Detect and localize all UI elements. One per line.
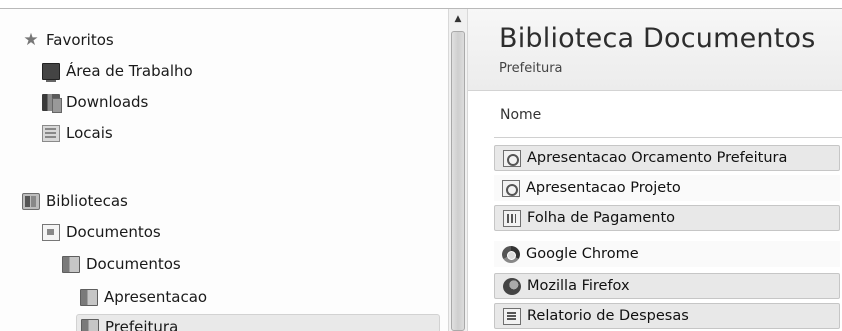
word-file-icon [503, 307, 521, 325]
file-row[interactable]: Relatorio de Despesas [494, 303, 840, 329]
chrome-icon [502, 245, 520, 263]
documents-library-icon [42, 223, 60, 241]
file-name: Google Chrome [526, 246, 639, 262]
folder-icon [62, 255, 80, 273]
nav-libraries-label: Bibliotecas [46, 192, 128, 210]
file-row[interactable]: Google Chrome [494, 241, 840, 267]
file-row[interactable]: Mozilla Firefox [494, 273, 840, 299]
nav-favorites-label: Favoritos [46, 31, 114, 49]
nav-item-label: Downloads [66, 93, 149, 111]
nav-item-label: Locais [66, 124, 113, 142]
excel-file-icon [503, 209, 521, 227]
explorer-window: ★ Favoritos Área de Trabalho Downloads L… [0, 0, 842, 331]
file-row[interactable]: Folha de Pagamento [494, 205, 840, 231]
nav-libraries[interactable]: Bibliotecas [22, 188, 128, 214]
nav-scrollbar[interactable]: ▲ [448, 9, 468, 331]
column-header-divider [494, 137, 842, 138]
folder-icon [81, 318, 99, 331]
downloads-folder-icon [42, 93, 62, 113]
libraries-icon [22, 192, 40, 210]
nav-item-label: Documentos [66, 223, 161, 241]
scroll-up-arrow-icon[interactable]: ▲ [449, 9, 467, 29]
nav-item-documentos-library[interactable]: Documentos [42, 219, 161, 245]
file-row[interactable]: Apresentacao Projeto [494, 175, 840, 201]
folder-icon [80, 288, 98, 306]
nav-favorites[interactable]: ★ Favoritos [22, 27, 114, 53]
firefox-icon [503, 277, 521, 295]
nav-item-desktop[interactable]: Área de Trabalho [42, 58, 193, 84]
nav-item-label: Prefeitura [105, 318, 179, 331]
navigation-pane: ★ Favoritos Área de Trabalho Downloads L… [0, 9, 448, 331]
nav-item-locais[interactable]: Locais [42, 120, 113, 146]
column-header-name[interactable]: Nome [494, 103, 842, 127]
scroll-thumb[interactable] [451, 31, 465, 331]
recent-places-icon [42, 124, 60, 142]
nav-item-label: Apresentacao [104, 288, 208, 306]
nav-item-label: Documentos [86, 255, 181, 273]
file-name: Relatorio de Despesas [527, 308, 689, 324]
content-pane: Biblioteca Documentos Prefeitura Nome Ap… [468, 9, 842, 331]
nav-item-label: Área de Trabalho [66, 62, 193, 80]
desktop-icon [42, 62, 60, 82]
library-subtitle: Prefeitura [499, 61, 563, 76]
nav-item-documentos-folder[interactable]: Documentos [62, 251, 181, 277]
file-name: Apresentacao Projeto [526, 180, 681, 196]
nav-item-downloads[interactable]: Downloads [42, 89, 148, 115]
powerpoint-file-icon [502, 179, 520, 197]
nav-item-apresentacao[interactable]: Apresentacao [80, 284, 207, 310]
library-title: Biblioteca Documentos [499, 23, 816, 54]
star-icon: ★ [23, 29, 39, 50]
nav-item-prefeitura[interactable]: Prefeitura [76, 314, 440, 331]
file-name: Mozilla Firefox [527, 278, 630, 294]
library-header: Biblioteca Documentos Prefeitura [468, 9, 842, 91]
powerpoint-file-icon [503, 149, 521, 167]
file-name: Folha de Pagamento [527, 210, 676, 226]
file-row[interactable]: Apresentacao Orcamento Prefeitura [494, 145, 840, 171]
file-name: Apresentacao Orcamento Prefeitura [527, 150, 788, 166]
